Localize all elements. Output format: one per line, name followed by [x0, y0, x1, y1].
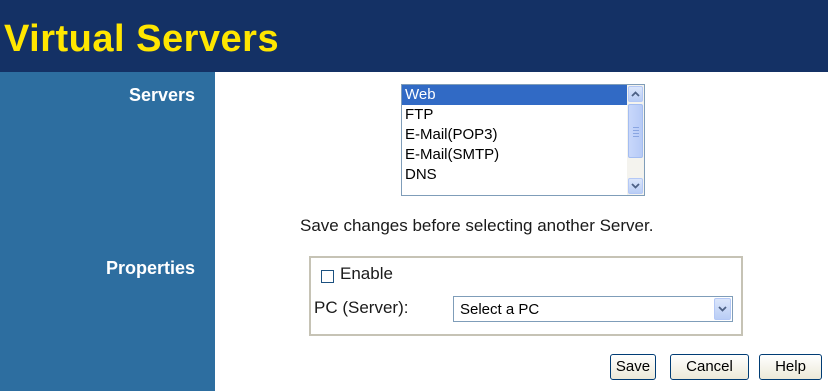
grip-line [633, 133, 639, 134]
pc-select-value: Select a PC [460, 301, 540, 318]
servers-listbox[interactable]: Web FTP E-Mail(POP3) E-Mail(SMTP) DNS [401, 84, 645, 196]
save-button[interactable]: Save [610, 354, 656, 380]
servers-list: Web FTP E-Mail(POP3) E-Mail(SMTP) DNS [402, 85, 627, 185]
title-bar: Virtual Servers [0, 0, 828, 72]
grip-line [633, 136, 639, 137]
grip-line [633, 127, 639, 128]
server-item-web[interactable]: Web [402, 85, 627, 105]
scroll-down-button[interactable] [628, 178, 643, 194]
enable-checkbox[interactable] [321, 270, 334, 283]
cancel-button[interactable]: Cancel [670, 354, 749, 380]
scroll-thumb[interactable] [628, 104, 643, 158]
scroll-up-arrow-icon [631, 91, 640, 97]
grip-line [633, 130, 639, 131]
save-changes-note: Save changes before selecting another Se… [300, 216, 654, 235]
scroll-down-arrow-icon [631, 183, 640, 189]
enable-label: Enable [340, 264, 393, 283]
servers-label: Servers [128, 85, 195, 105]
help-button[interactable]: Help [759, 354, 822, 380]
server-item-pop3[interactable]: E-Mail(POP3) [402, 125, 627, 145]
scroll-up-button[interactable] [628, 86, 643, 102]
server-item-ftp[interactable]: FTP [402, 105, 627, 125]
pc-server-label: PC (Server): [314, 298, 409, 317]
properties-box: Enable PC (Server): Select a PC [309, 256, 743, 336]
server-item-dns[interactable]: DNS [402, 165, 627, 185]
listbox-scrollbar[interactable] [627, 85, 644, 195]
chevron-down-icon [718, 306, 727, 312]
sidebar: Servers Properties [0, 72, 215, 391]
pc-server-select[interactable]: Select a PC [453, 296, 733, 322]
page-title: Virtual Servers [4, 18, 280, 60]
properties-label: Properties [105, 258, 195, 278]
server-item-smtp[interactable]: E-Mail(SMTP) [402, 145, 627, 165]
dropdown-button[interactable] [714, 298, 731, 320]
